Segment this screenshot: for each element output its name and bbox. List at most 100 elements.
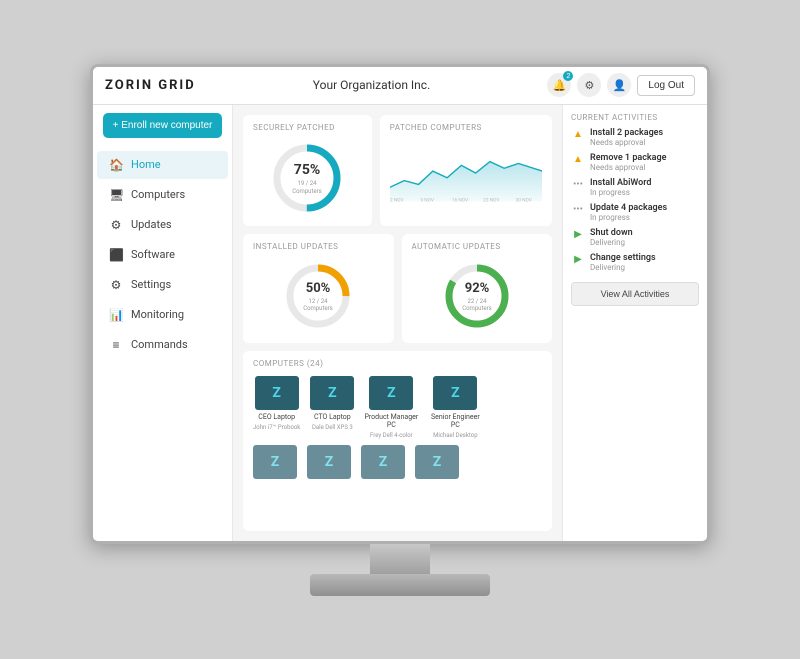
activity-item-1: ▲ Remove 1 package Needs approval <box>571 153 699 172</box>
activity-item-5: ▶ Change settings Delivering <box>571 253 699 272</box>
svg-text:12 / 24: 12 / 24 <box>309 298 329 305</box>
delivering-icon-4: ▶ <box>571 229 585 240</box>
monitoring-icon: 📊 <box>109 308 123 322</box>
automatic-updates-donut: 92% 22 / 24 Computers <box>412 257 543 335</box>
computer-sub-0: John i7™ Probook <box>253 424 300 431</box>
securely-patched-label: SECURELY PATCHED <box>253 123 362 132</box>
computer-icon-4: Z <box>253 445 297 479</box>
computer-name-1: CTO Laptop <box>314 413 351 421</box>
settings-button[interactable]: ⚙ <box>577 73 601 97</box>
monitor-stand-neck <box>370 544 430 574</box>
home-icon: 🏠 <box>109 158 123 172</box>
activity-title-4: Shut down <box>590 228 633 238</box>
patched-chart-svg: 2 NOV 9 NOV 16 NOV 23 NOV 30 NOV <box>390 138 542 208</box>
computer-icon-3: Z <box>433 376 477 410</box>
computers-label: COMPUTERS (24) <box>253 359 542 368</box>
computer-item-0[interactable]: Z CEO Laptop John i7™ Probook <box>253 376 300 439</box>
monitor-wrapper: ZORIN GRID Your Organization Inc. 🔔 2 ⚙ … <box>90 64 710 596</box>
sidebar-item-monitoring[interactable]: 📊 Monitoring <box>97 301 228 329</box>
settings-icon: ⚙ <box>109 278 123 292</box>
computer-item-2[interactable]: Z Product Manager PC Frey Dell 4-color <box>364 376 418 439</box>
activity-status-4: Delivering <box>590 238 633 247</box>
svg-text:50%: 50% <box>306 281 331 296</box>
activity-text-0: Install 2 packages Needs approval <box>590 128 663 147</box>
automatic-updates-label: AUTOMATIC UPDATES <box>412 242 543 251</box>
patched-computers-label: PATCHED COMPUTERS <box>390 123 542 132</box>
donut-svg-automatic: 92% 22 / 24 Computers <box>438 257 516 335</box>
computers-grid: Z CEO Laptop John i7™ Probook Z CTO Lapt… <box>253 376 542 439</box>
sidebar-item-computers[interactable]: 🖥 Computers <box>97 181 228 209</box>
activity-title-3: Update 4 packages <box>590 203 667 213</box>
warning-icon-1: ▲ <box>571 154 585 165</box>
computer-name-0: CEO Laptop <box>258 413 295 421</box>
computer-name-3: Senior Engineer PC <box>428 413 482 429</box>
second-stats-row: INSTALLED UPDATES 50% 12 / 24 Computers <box>243 234 552 343</box>
activity-item-3: ••• Update 4 packages In progress <box>571 203 699 222</box>
svg-text:Computers: Computers <box>462 305 492 312</box>
computer-name-2: Product Manager PC <box>364 413 418 429</box>
logout-button[interactable]: Log Out <box>637 75 695 96</box>
activity-item-4: ▶ Shut down Delivering <box>571 228 699 247</box>
computer-sub-2: Frey Dell 4-color <box>370 432 413 439</box>
sidebar-item-commands[interactable]: ≡ Commands <box>97 331 228 359</box>
svg-text:16 NOV: 16 NOV <box>452 197 468 203</box>
activity-title-0: Install 2 packages <box>590 128 663 138</box>
app-body: + Enroll new computer 🏠 Home 🖥 Computers… <box>93 105 707 541</box>
svg-text:Computers: Computers <box>293 188 323 195</box>
monitor-stand-base <box>310 574 490 596</box>
notification-badge: 2 <box>563 71 573 81</box>
enroll-button[interactable]: + Enroll new computer <box>103 113 222 138</box>
svg-text:92%: 92% <box>464 281 489 296</box>
computer-item-7[interactable]: Z <box>415 445 459 479</box>
activity-title-5: Change settings <box>590 253 656 263</box>
computer-icon-7: Z <box>415 445 459 479</box>
svg-text:75%: 75% <box>294 162 320 178</box>
view-all-activities-button[interactable]: View All Activities <box>571 282 699 306</box>
computer-icon-0: Z <box>255 376 299 410</box>
securely-patched-donut: 75% 19 / 24 Computers <box>253 138 362 218</box>
activity-text-2: Install AbiWord In progress <box>590 178 652 197</box>
notifications-button[interactable]: 🔔 2 <box>547 73 571 97</box>
sidebar-item-software[interactable]: ⬛ Software <box>97 241 228 269</box>
patched-computers-card: PATCHED COMPUTERS <box>380 115 552 226</box>
updates-icon: ⚙ <box>109 218 123 232</box>
svg-text:22 / 24: 22 / 24 <box>467 298 487 305</box>
activity-title-1: Remove 1 package <box>590 153 666 163</box>
gear-icon: ⚙ <box>584 79 594 92</box>
activities-panel: CURRENT ACTIVITIES ▲ Install 2 packages … <box>562 105 707 541</box>
activities-header: CURRENT ACTIVITIES <box>571 113 699 122</box>
computers-grid-row2: Z Z Z Z <box>253 445 542 479</box>
donut-svg-installed: 50% 12 / 24 Computers <box>279 257 357 335</box>
progress-icon-2: ••• <box>571 179 585 190</box>
computer-item-4[interactable]: Z <box>253 445 297 479</box>
computer-icon-6: Z <box>361 445 405 479</box>
sidebar-item-home[interactable]: 🏠 Home <box>97 151 228 179</box>
svg-text:2 NOV: 2 NOV <box>390 197 403 203</box>
computer-item-1[interactable]: Z CTO Laptop Dale Dell XPS 3 <box>310 376 354 439</box>
computer-icon-1: Z <box>310 376 354 410</box>
installed-updates-card: INSTALLED UPDATES 50% 12 / 24 Computers <box>243 234 394 343</box>
profile-button[interactable]: 👤 <box>607 73 631 97</box>
computer-sub-3: Michael Desktop <box>433 432 478 439</box>
activity-status-0: Needs approval <box>590 138 663 147</box>
person-icon: 👤 <box>613 79 627 92</box>
sidebar-item-updates[interactable]: ⚙ Updates <box>97 211 228 239</box>
installed-updates-donut: 50% 12 / 24 Computers <box>253 257 384 335</box>
warning-icon-0: ▲ <box>571 129 585 140</box>
sidebar: + Enroll new computer 🏠 Home 🖥 Computers… <box>93 105 233 541</box>
sidebar-item-settings[interactable]: ⚙ Settings <box>97 271 228 299</box>
main-content: SECURELY PATCHED 75% 19 / 24 Computers <box>233 105 562 541</box>
computer-item-5[interactable]: Z <box>307 445 351 479</box>
activity-text-3: Update 4 packages In progress <box>590 203 667 222</box>
activity-text-1: Remove 1 package Needs approval <box>590 153 666 172</box>
app-logo: ZORIN GRID <box>105 78 196 93</box>
computer-item-3[interactable]: Z Senior Engineer PC Michael Desktop <box>428 376 482 439</box>
activity-item-0: ▲ Install 2 packages Needs approval <box>571 128 699 147</box>
computer-item-6[interactable]: Z <box>361 445 405 479</box>
delivering-icon-5: ▶ <box>571 254 585 265</box>
installed-updates-label: INSTALLED UPDATES <box>253 242 384 251</box>
monitor-icon: 🖥 <box>109 188 123 202</box>
computer-sub-1: Dale Dell XPS 3 <box>312 424 353 431</box>
svg-text:23 NOV: 23 NOV <box>483 197 499 203</box>
computer-icon-2: Z <box>369 376 413 410</box>
